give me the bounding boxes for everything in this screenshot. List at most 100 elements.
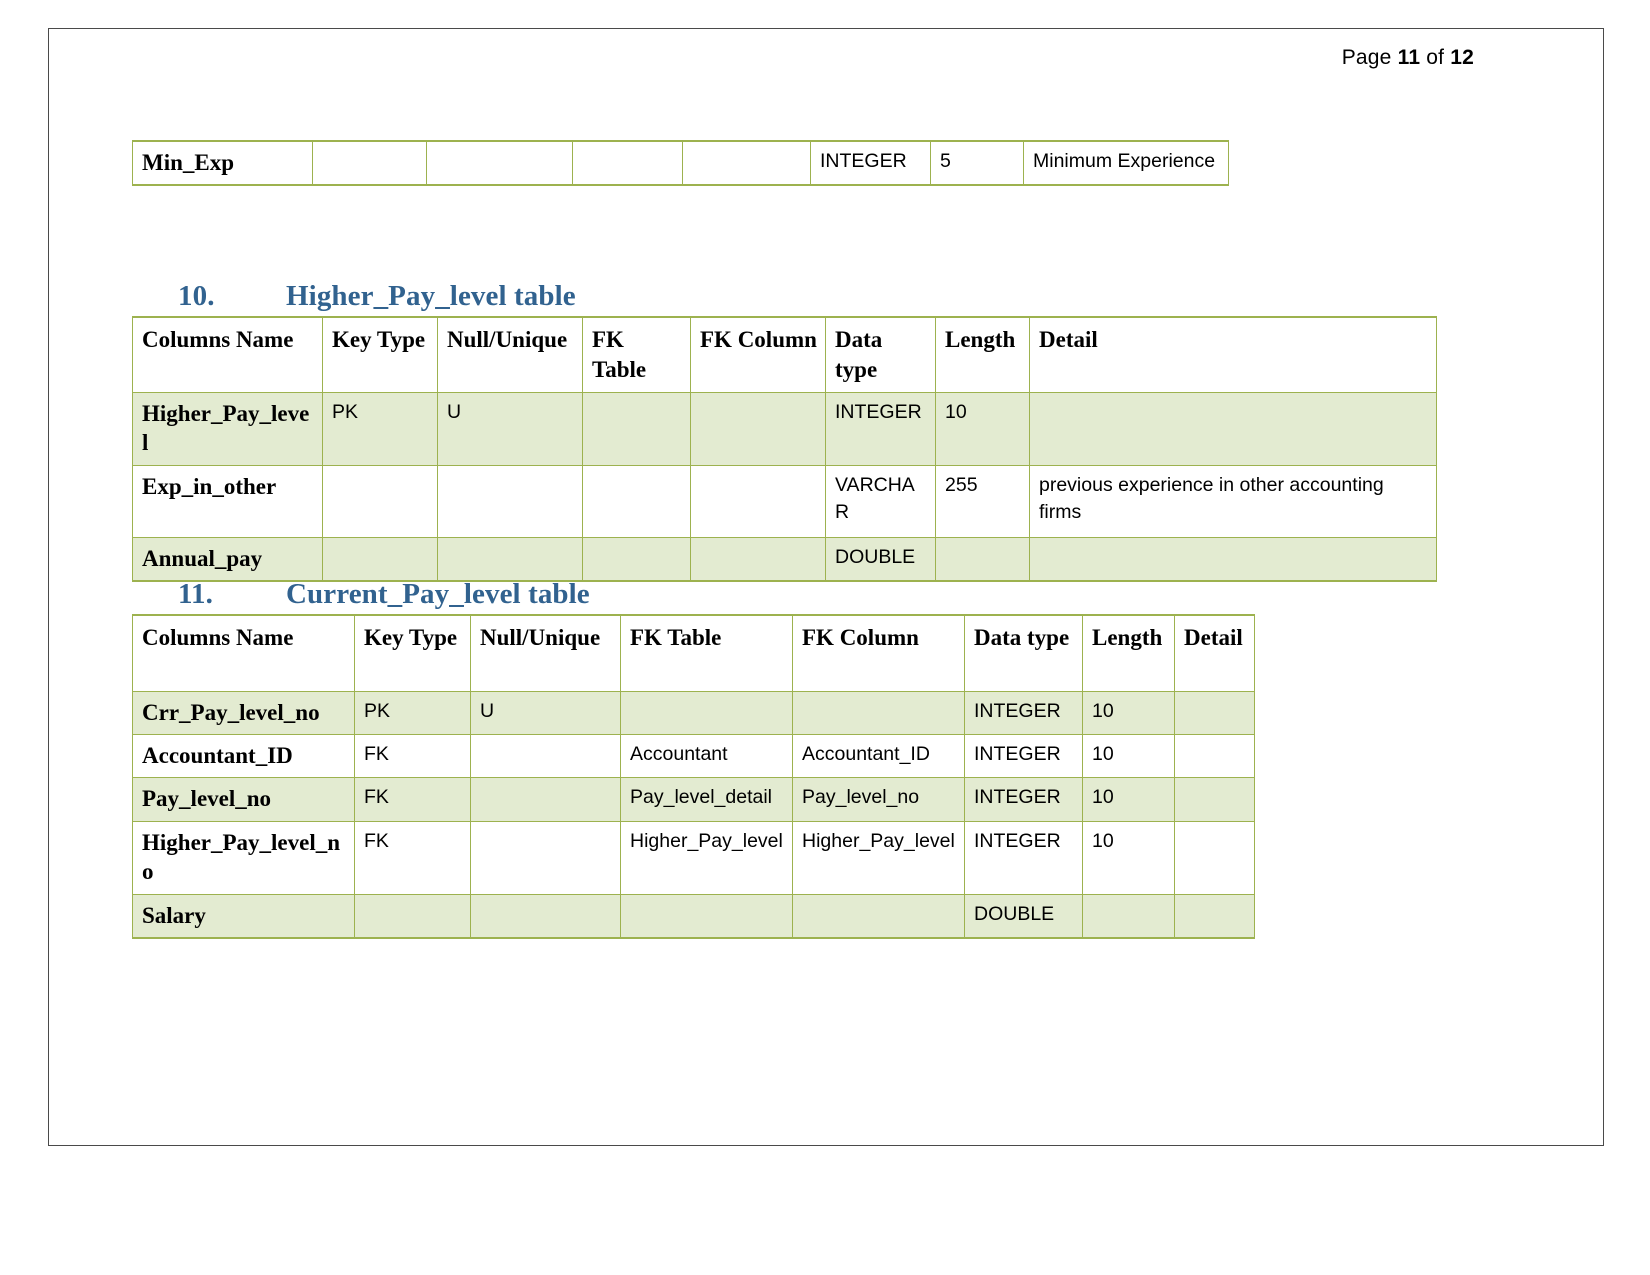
table-row: Higher_Pay_level_no FK Higher_Pay_level … [132, 820, 1255, 895]
cell-fk-column [682, 139, 811, 187]
min-exp-table-fragment: Min_Exp INTEGER 5 Minimum Experience [132, 139, 1229, 187]
page-number-header: Page 11 of 12 [1342, 46, 1474, 70]
section-heading-11: 11. Current_Pay_level table [178, 578, 590, 611]
cell-key-type [322, 536, 438, 583]
cell-data-type: DOUBLE [825, 536, 936, 583]
cell-fk-column: Pay_level_no [792, 777, 965, 822]
table-row: Exp_in_other VARCHAR 255 previous experi… [132, 464, 1437, 538]
header-null-unique: Null/Unique [437, 315, 583, 393]
header-detail: Detail [1029, 315, 1437, 393]
cell-data-type: INTEGER [810, 139, 931, 187]
header-fk-column: FK Column [792, 614, 965, 692]
cell-detail [1174, 733, 1255, 779]
cell-column-name: Higher_Pay_level_no [132, 820, 355, 895]
header-key-type: Key Type [354, 614, 471, 692]
cell-null-unique [470, 893, 621, 940]
cell-key-type: PK [354, 690, 471, 735]
cell-key-type: FK [354, 777, 471, 822]
cell-detail: Minimum Experience [1023, 139, 1229, 187]
cell-detail [1029, 391, 1437, 466]
header-columns-name: Columns Name [132, 614, 355, 692]
cell-length [1082, 893, 1175, 940]
header-detail: Detail [1174, 614, 1255, 692]
header-columns-name: Columns Name [132, 315, 323, 393]
header-fk-table: FK Table [582, 315, 691, 393]
cell-data-type: VARCHAR [825, 464, 936, 538]
page-header-current: 11 [1397, 46, 1421, 69]
table-row: Annual_pay DOUBLE [132, 536, 1437, 583]
cell-key-type [322, 464, 438, 538]
cell-fk-column [690, 464, 826, 538]
table-row: Accountant_ID FK Accountant Accountant_I… [132, 733, 1255, 779]
cell-key-type: PK [322, 391, 438, 466]
table-header-row: Columns Name Key Type Null/Unique FK Tab… [132, 315, 1437, 393]
page-header-total: 12 [1450, 46, 1474, 69]
cell-column-name: Annual_pay [132, 536, 323, 583]
table-row: Salary DOUBLE [132, 893, 1255, 940]
cell-data-type: INTEGER [964, 777, 1083, 822]
cell-fk-column [792, 893, 965, 940]
cell-fk-table: Accountant [620, 733, 793, 779]
cell-fk-table [620, 893, 793, 940]
higher-pay-level-table: Columns Name Key Type Null/Unique FK Tab… [132, 315, 1437, 583]
cell-length: 255 [935, 464, 1030, 538]
cell-null-unique: U [470, 690, 621, 735]
header-length: Length [935, 315, 1030, 393]
section-number-10: 10. [178, 280, 215, 312]
cell-fk-column [792, 690, 965, 735]
cell-null-unique [437, 464, 583, 538]
cell-fk-table [582, 391, 691, 466]
cell-detail [1174, 690, 1255, 735]
cell-null-unique [437, 536, 583, 583]
cell-detail: previous experience in other accounting … [1029, 464, 1437, 538]
cell-detail [1174, 820, 1255, 895]
cell-data-type: DOUBLE [964, 893, 1083, 940]
header-data-type: Data type [825, 315, 936, 393]
cell-length [935, 536, 1030, 583]
header-length: Length [1082, 614, 1175, 692]
cell-column-name: Crr_Pay_level_no [132, 690, 355, 735]
cell-fk-table: Higher_Pay_level [620, 820, 793, 895]
section-number-11: 11. [178, 578, 213, 610]
cell-key-type: FK [354, 820, 471, 895]
cell-null-unique [470, 820, 621, 895]
cell-fk-table [582, 464, 691, 538]
table-row: Higher_Pay_level PK U INTEGER 10 [132, 391, 1437, 466]
cell-null-unique [470, 777, 621, 822]
cell-length: 10 [1082, 733, 1175, 779]
section-heading-10: 10. Higher_Pay_level table [178, 280, 576, 313]
cell-length: 10 [935, 391, 1030, 466]
section-title-10: Higher_Pay_level table [286, 280, 576, 312]
cell-column-name: Accountant_ID [132, 733, 355, 779]
cell-null-unique [426, 139, 573, 187]
cell-fk-column: Higher_Pay_level [792, 820, 965, 895]
cell-data-type: INTEGER [964, 733, 1083, 779]
header-fk-table: FK Table [620, 614, 793, 692]
cell-column-name: Salary [132, 893, 355, 940]
cell-detail [1029, 536, 1437, 583]
document-page: Page 11 of 12 Min_Exp INTEGER 5 Minimum … [0, 0, 1650, 1275]
cell-data-type: INTEGER [964, 820, 1083, 895]
cell-fk-column: Accountant_ID [792, 733, 965, 779]
cell-column-name: Pay_level_no [132, 777, 355, 822]
cell-column-name: Higher_Pay_level [132, 391, 323, 466]
table-row: Min_Exp INTEGER 5 Minimum Experience [132, 139, 1229, 187]
cell-fk-table: Pay_level_detail [620, 777, 793, 822]
table-header-row: Columns Name Key Type Null/Unique FK Tab… [132, 614, 1255, 692]
cell-fk-column [690, 536, 826, 583]
page-header-middle: of [1426, 46, 1445, 69]
cell-column-name: Exp_in_other [132, 464, 323, 538]
cell-data-type: INTEGER [825, 391, 936, 466]
cell-length: 5 [930, 139, 1024, 187]
header-key-type: Key Type [322, 315, 438, 393]
cell-null-unique [470, 733, 621, 779]
page-header-prefix: Page [1341, 46, 1392, 69]
cell-fk-column [690, 391, 826, 466]
table-row: Pay_level_no FK Pay_level_detail Pay_lev… [132, 777, 1255, 822]
cell-data-type: INTEGER [964, 690, 1083, 735]
cell-length: 10 [1082, 777, 1175, 822]
table-row: Crr_Pay_level_no PK U INTEGER 10 [132, 690, 1255, 735]
section-title-11: Current_Pay_level table [286, 578, 590, 610]
header-fk-column: FK Column [690, 315, 826, 393]
cell-length: 10 [1082, 820, 1175, 895]
